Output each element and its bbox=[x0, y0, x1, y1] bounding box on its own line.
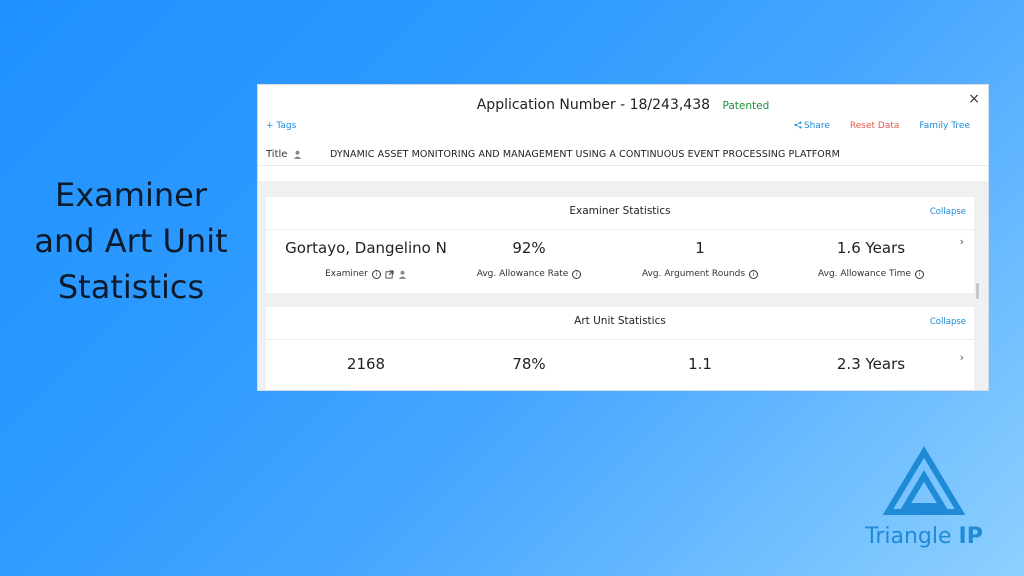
application-number: Application Number - 18/243,438 bbox=[476, 97, 711, 113]
argument-rounds-value: 1 bbox=[695, 239, 705, 257]
status-badge: Patented bbox=[722, 100, 770, 112]
add-tags-button[interactable]: + Tags bbox=[266, 121, 296, 131]
logo-wordmark: Triangle IP bbox=[854, 524, 994, 549]
slide-heading-line-3: Statistics bbox=[57, 268, 205, 306]
art-unit-allowance-rate-stat: 78% bbox=[444, 355, 614, 373]
examiner-name: Gortayo, Dangelino N bbox=[285, 239, 447, 257]
title-value: DYNAMIC ASSET MONITORING AND MANAGEMENT … bbox=[330, 148, 840, 160]
slide-heading: Examiner and Art Unit Statistics bbox=[20, 172, 242, 310]
divider bbox=[266, 229, 974, 230]
slide-heading-line-1: Examiner bbox=[55, 176, 207, 214]
art-unit-argument-rounds: 1.1 bbox=[688, 355, 712, 373]
share-icon bbox=[794, 121, 802, 129]
person-icon[interactable] bbox=[398, 270, 407, 279]
examiner-collapse-button[interactable]: Collapse bbox=[930, 207, 966, 217]
allowance-time-label-group: Avg. Allowance Time i bbox=[786, 269, 956, 279]
examiner-stat-label: Examiner i bbox=[281, 269, 451, 279]
info-icon[interactable]: i bbox=[915, 269, 924, 279]
share-label: Share bbox=[803, 121, 830, 131]
title-row: Title DYNAMIC ASSET MONITORING AND MANAG… bbox=[266, 143, 988, 165]
title-label-group: Title bbox=[266, 149, 330, 160]
allowance-time-value: 1.6 Years bbox=[836, 239, 906, 257]
allowance-rate-label: Avg. Allowance Rate bbox=[476, 269, 569, 279]
slide-heading-line-2: and Art Unit bbox=[34, 222, 228, 260]
divider bbox=[258, 165, 988, 166]
art-unit-collapse-button[interactable]: Collapse bbox=[930, 317, 966, 327]
info-icon[interactable]: i bbox=[371, 269, 381, 279]
triangle-logo-icon bbox=[882, 446, 966, 515]
art-unit-allowance-rate: 78% bbox=[512, 355, 546, 373]
art-unit-statistics-title: Art Unit Statistics bbox=[574, 315, 666, 327]
family-tree-button[interactable]: Family Tree bbox=[919, 121, 970, 131]
argument-rounds-stat: 1 Avg. Argument Rounds i bbox=[615, 239, 785, 279]
chevron-right-icon[interactable]: › bbox=[960, 235, 964, 248]
art-unit-allowance-time-stat: 2.3 Years bbox=[786, 355, 956, 373]
allowance-rate-stat: 92% Avg. Allowance Rate i bbox=[444, 239, 614, 279]
art-unit-argument-rounds-stat: 1.1 bbox=[615, 355, 785, 373]
logo-suffix: IP bbox=[958, 524, 983, 549]
triangle-ip-logo: Triangle IP bbox=[854, 446, 994, 556]
chevron-right-icon[interactable]: › bbox=[960, 351, 964, 364]
examiner-statistics-card: Examiner Statistics Collapse Gortayo, Da… bbox=[266, 197, 974, 293]
examiner-label: Examiner bbox=[325, 269, 368, 279]
allowance-rate-value: 92% bbox=[512, 239, 546, 257]
info-icon[interactable]: i bbox=[749, 269, 759, 279]
art-unit-statistics-card: Art Unit Statistics Collapse 2168 78% 1.… bbox=[266, 307, 974, 390]
title-label: Title bbox=[266, 148, 288, 160]
person-icon bbox=[294, 150, 302, 159]
examiner-stat: Gortayo, Dangelino N Examiner i bbox=[281, 239, 451, 279]
external-link-icon[interactable] bbox=[385, 269, 394, 279]
divider bbox=[266, 339, 974, 340]
examiner-statistics-title: Examiner Statistics bbox=[569, 205, 671, 217]
allowance-time-label: Avg. Allowance Time bbox=[817, 269, 911, 279]
allowance-rate-label-group: Avg. Allowance Rate i bbox=[444, 269, 614, 279]
art-unit-number-stat: 2168 bbox=[281, 355, 451, 373]
argument-rounds-label-group: Avg. Argument Rounds i bbox=[615, 269, 785, 279]
panel-header: Application Number - 18/243,438 Patented… bbox=[258, 85, 988, 181]
reset-data-button[interactable]: Reset Data bbox=[850, 121, 900, 131]
argument-rounds-label: Avg. Argument Rounds bbox=[641, 269, 746, 279]
application-number-header: Application Number - 18/243,438 Patented bbox=[258, 97, 988, 113]
application-panel: Application Number - 18/243,438 Patented… bbox=[257, 84, 989, 391]
allowance-time-stat: 1.6 Years Avg. Allowance Time i bbox=[786, 239, 956, 279]
logo-name: Triangle bbox=[865, 524, 952, 549]
art-unit-allowance-time: 2.3 Years bbox=[836, 355, 906, 373]
header-actions: Share Reset Data Family Tree bbox=[794, 121, 970, 131]
scrollbar-thumb[interactable] bbox=[976, 283, 979, 299]
info-icon[interactable]: i bbox=[572, 269, 582, 279]
close-button[interactable]: × bbox=[968, 91, 980, 107]
art-unit-number: 2168 bbox=[346, 355, 386, 373]
share-button[interactable]: Share bbox=[794, 121, 830, 131]
